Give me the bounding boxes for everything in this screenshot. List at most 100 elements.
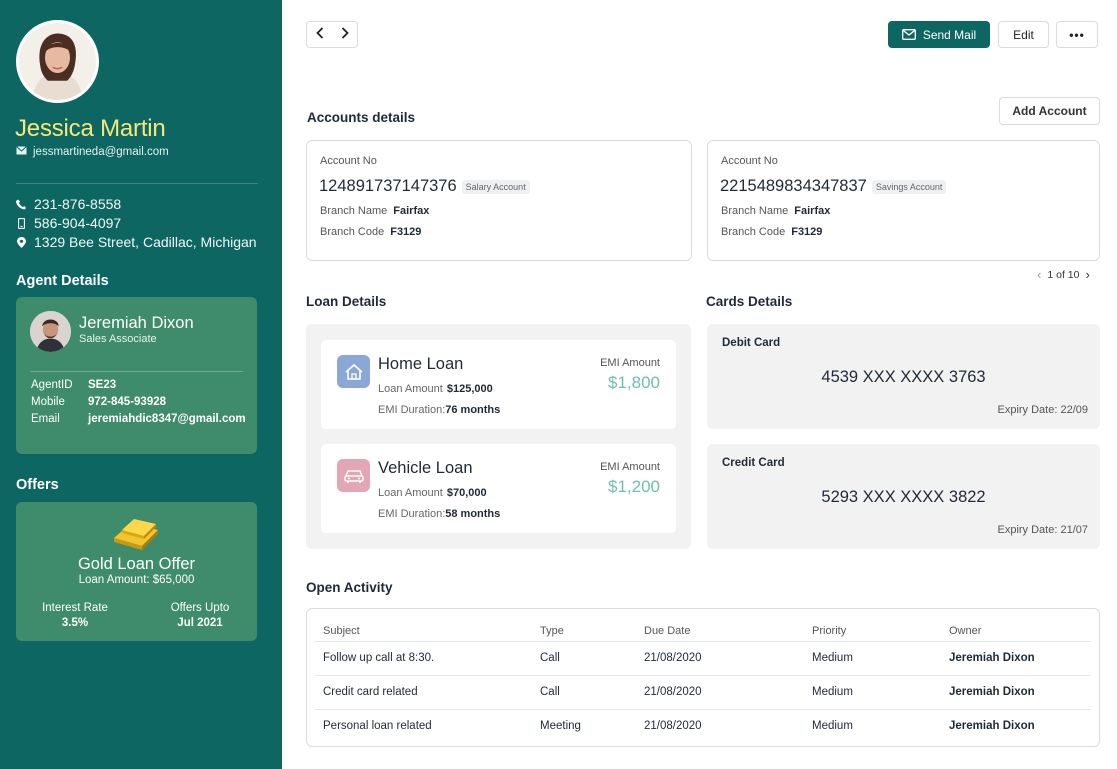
cell-priority: Medium — [812, 686, 853, 698]
cards-details-title: Cards Details — [706, 294, 793, 309]
pager-next-icon[interactable]: › — [1085, 267, 1089, 282]
location-pin-icon — [16, 236, 26, 248]
table-row[interactable]: Credit card related Call 21/08/2020 Medi… — [307, 685, 1099, 699]
emi-duration-value: 58 months — [445, 508, 501, 520]
send-mail-button[interactable]: Send Mail — [888, 21, 990, 48]
branch-code-label: Branch Code — [721, 226, 786, 238]
agent-role: Sales Associate — [79, 333, 157, 345]
card-number: 5293 XXX XXXX 3822 — [821, 488, 986, 506]
agent-id-label: AgentID — [31, 379, 73, 391]
loan-name: Vehicle Loan — [378, 459, 473, 477]
mobile-icon — [16, 217, 26, 229]
card-expiry: Expiry Date: 22/09 — [997, 404, 1089, 416]
loan-amount-row: Loan Amount $70,000 — [378, 487, 487, 499]
offer-rate: Interest Rate 3.5% — [38, 602, 112, 629]
agent-email-row: Email jeremiahdic8347@gmail.com — [31, 413, 246, 425]
prev-record-button[interactable] — [310, 26, 330, 43]
branch-code-label: Branch Code — [320, 226, 385, 238]
agent-avatar — [30, 311, 71, 352]
open-activity-title: Open Activity — [306, 580, 393, 595]
offer-rate-label: Interest Rate — [42, 602, 108, 614]
branch-code-value: F3129 — [791, 226, 823, 238]
column-header-priority[interactable]: Priority — [812, 625, 846, 637]
table-row[interactable]: Follow up call at 8:30. Call 21/08/2020 … — [307, 651, 1099, 665]
cell-type: Call — [540, 652, 560, 664]
sidebar-divider — [16, 183, 258, 184]
loan-amount-label: Loan Amount — [378, 383, 443, 395]
car-icon — [337, 459, 370, 492]
row-divider — [315, 675, 1091, 676]
branch-name-label: Branch Name — [721, 205, 789, 217]
cell-owner: Jeremiah Dixon — [949, 720, 1035, 732]
more-options-button[interactable]: ••• — [1056, 21, 1098, 48]
column-header-type[interactable]: Type — [540, 625, 564, 637]
column-header-owner[interactable]: Owner — [949, 625, 981, 637]
account-card[interactable]: Account No 124891737147376 Salary Accoun… — [306, 140, 692, 261]
envelope-icon — [901, 29, 916, 40]
loan-panel: Home Loan Loan Amount $125,000 EMI Durati… — [306, 324, 691, 549]
row-divider — [315, 709, 1091, 710]
loan-card-home[interactable]: Home Loan Loan Amount $125,000 EMI Durati… — [321, 340, 676, 429]
emi-duration-row: EMI Duration:58 months — [378, 508, 500, 520]
cell-type: Meeting — [540, 720, 581, 732]
row-divider — [315, 641, 1091, 642]
activity-table: Subject Type Due Date Priority Owner Fol… — [306, 608, 1100, 747]
emi-duration-label: EMI Duration: — [378, 508, 446, 520]
account-number: 124891737147376 — [319, 177, 457, 195]
phone-icon — [16, 199, 26, 210]
contact-phone[interactable]: 231-876-8558 — [16, 196, 121, 212]
branch-name-value: Fairfax — [393, 205, 430, 217]
column-header-due-date[interactable]: Due Date — [644, 625, 690, 637]
emi-amount-label: EMI Amount — [600, 357, 660, 369]
offer-rate-value: 3.5% — [61, 617, 89, 629]
account-number-row: 2215489834347837 Savings Account — [720, 177, 947, 196]
cell-subject: Follow up call at 8:30. — [323, 652, 435, 664]
card-title: Credit Card — [722, 457, 785, 469]
column-header-subject[interactable]: Subject — [323, 625, 360, 637]
branch-name-label: Branch Name — [320, 205, 388, 217]
table-row[interactable]: Personal loan related Meeting 21/08/2020… — [307, 719, 1099, 733]
loan-amount-value: $70,000 — [446, 487, 487, 499]
contact-mobile[interactable]: 586-904-4097 — [16, 215, 121, 231]
next-record-button[interactable] — [335, 26, 355, 43]
card-number: 4539 XXX XXXX 3763 — [821, 368, 986, 386]
credit-card-panel[interactable]: Credit Card 5293 XXX XXXX 3822 Expiry Da… — [707, 444, 1100, 549]
emi-duration-label: EMI Duration: — [378, 404, 446, 416]
loan-name: Home Loan — [378, 355, 464, 373]
debit-card-panel[interactable]: Debit Card 4539 XXX XXXX 3763 Expiry Dat… — [707, 324, 1100, 429]
emi-amount-label: EMI Amount — [600, 461, 660, 473]
card-title: Debit Card — [722, 337, 781, 349]
profile-avatar — [16, 20, 99, 103]
address-text: 1329 Bee Street, Cadillac, Michigan — [34, 234, 257, 250]
record-nav — [306, 21, 358, 48]
pager-text: 1 of 10 — [1047, 268, 1080, 281]
mail-icon — [16, 146, 27, 158]
agent-mobile-row: Mobile 972-845-93928 — [31, 396, 166, 408]
account-no-label: Account No — [320, 155, 377, 167]
gold-loan-offer-card[interactable]: Gold Loan Offer Loan Amount: $65,000 Int… — [16, 502, 257, 641]
add-account-button[interactable]: Add Account — [999, 97, 1100, 125]
contact-address: 1329 Bee Street, Cadillac, Michigan — [16, 234, 257, 250]
account-number-row: 124891737147376 Salary Account — [319, 177, 530, 196]
agent-section-title: Agent Details — [16, 273, 109, 289]
mobile-number: 586-904-4097 — [34, 215, 122, 231]
agent-mobile-value: 972-845-93928 — [88, 396, 167, 408]
cell-due-date: 21/08/2020 — [644, 720, 702, 732]
pager-prev-icon[interactable]: ‹ — [1037, 267, 1041, 282]
profile-email-row[interactable]: jessmartineda@gmail.com — [16, 146, 169, 158]
branch-name-value: Fairfax — [794, 205, 831, 217]
account-card[interactable]: Account No 2215489834347837 Savings Acco… — [707, 140, 1100, 261]
offer-upto-value: Jul 2021 — [177, 617, 223, 629]
edit-button[interactable]: Edit — [998, 21, 1049, 48]
offer-title: Gold Loan Offer — [77, 555, 196, 573]
emi-amount-value: $1,800 — [608, 373, 660, 392]
loan-amount-label: Loan Amount — [378, 487, 443, 499]
loan-amount-value: $125,000 — [446, 383, 493, 395]
account-number: 2215489834347837 — [720, 177, 867, 195]
profile-sidebar: Jessica Martin jessmartineda@gmail.com 2… — [0, 0, 282, 769]
phone-number: 231-876-8558 — [34, 196, 122, 212]
chevron-right-icon — [341, 27, 349, 39]
loan-card-vehicle[interactable]: Vehicle Loan Loan Amount $70,000 EMI Dura… — [321, 444, 676, 533]
agent-email-value[interactable]: jeremiahdic8347@gmail.com — [88, 413, 246, 425]
loan-details-title: Loan Details — [306, 294, 387, 309]
